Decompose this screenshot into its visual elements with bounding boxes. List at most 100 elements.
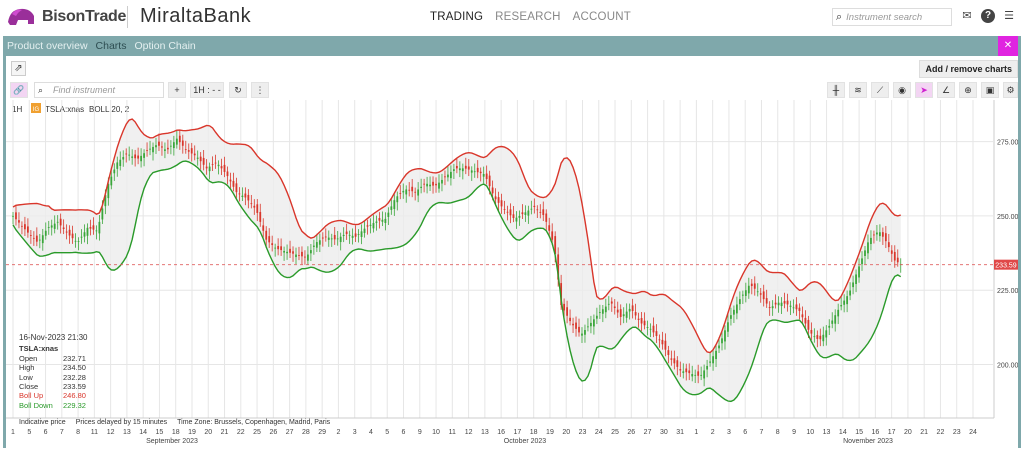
candle-body <box>116 162 119 169</box>
x-tick-label: 26 <box>627 429 635 436</box>
x-tick-label: 29 <box>318 429 326 436</box>
refresh-icon[interactable]: ↻ <box>229 82 247 98</box>
nav-trading[interactable]: TRADING <box>430 11 483 23</box>
indicators-icon[interactable]: ≋ <box>849 82 867 98</box>
candle-body <box>161 146 163 148</box>
candle-body <box>890 250 893 254</box>
candle-body <box>613 306 616 309</box>
candle-body <box>244 193 247 198</box>
candle-body <box>536 209 539 211</box>
external-link-icon[interactable]: ⇗ <box>11 61 26 76</box>
find-instrument-input[interactable]: ⌕ Find instrument <box>34 82 164 98</box>
candle-body <box>402 190 405 193</box>
candle-body <box>849 290 851 296</box>
find-instrument-placeholder: Find instrument <box>53 85 116 95</box>
tab-charts[interactable]: Charts <box>96 40 127 52</box>
x-tick-label: 2 <box>336 429 340 436</box>
menu-icon[interactable]: ☰ <box>1002 9 1016 23</box>
x-tick-label: 19 <box>546 429 554 436</box>
candle-body <box>65 231 68 233</box>
add-remove-charts-button[interactable]: Add / remove charts <box>919 60 1018 78</box>
candle-body <box>324 236 327 238</box>
candle-body <box>464 165 467 169</box>
candle-body <box>199 156 202 162</box>
candle-body <box>587 326 589 328</box>
candle-body <box>590 322 592 327</box>
candle-body <box>631 305 634 312</box>
candle-body <box>455 165 458 169</box>
y-tick-label: 200.00 <box>997 363 1018 370</box>
candle-body <box>545 213 548 222</box>
candle-body <box>566 307 568 316</box>
x-tick-label: 3 <box>727 429 731 436</box>
candle-body <box>518 215 521 218</box>
mail-icon[interactable]: ✉ <box>960 9 974 23</box>
candle-body <box>744 290 747 296</box>
candle-body <box>444 176 446 178</box>
candle-body <box>721 338 723 344</box>
link-icon[interactable]: 🔗 <box>10 82 28 98</box>
candle-body <box>345 231 348 235</box>
instrument-search-placeholder: Instrument search <box>846 11 923 23</box>
candle-body <box>646 327 649 328</box>
candle-body <box>527 210 530 216</box>
camera-icon[interactable]: ▣ <box>981 82 999 98</box>
candle-body <box>846 296 849 305</box>
chart-type-icon[interactable]: ╫ <box>827 82 845 98</box>
candle-body <box>884 233 887 242</box>
add-instrument-button[interactable]: + <box>168 82 186 98</box>
miraltabank-logo[interactable]: MiraltaBank <box>140 5 251 28</box>
candle-body <box>873 234 875 236</box>
help-icon[interactable]: ? <box>981 9 995 23</box>
candle-body <box>473 171 476 173</box>
tab-product-overview[interactable]: Product overview <box>7 40 88 52</box>
candle-body <box>637 318 640 320</box>
price-chart[interactable]: IG 1H TSLA:xnas BOLL 20, 2 1 5 6 7 8 11 12 13 14 15 18… <box>6 100 1019 448</box>
candle-body <box>694 374 697 376</box>
candle-body <box>205 166 208 169</box>
interval-selector[interactable]: 1H : - - <box>190 82 224 98</box>
draw-line-icon[interactable]: ⟋ <box>871 82 889 98</box>
info-row-open: Open 232.71 <box>19 353 86 363</box>
candle-body <box>140 155 142 162</box>
tab-option-chain[interactable]: Option Chain <box>134 40 195 52</box>
candle-body <box>837 309 840 317</box>
last-price-label: 233.59 <box>995 263 1017 270</box>
search-icon: ⌕ <box>38 85 44 95</box>
candle-body <box>318 240 321 245</box>
x-tick-label: 6 <box>44 429 48 436</box>
candle-body <box>765 298 768 304</box>
more-options-icon[interactable]: ⋮ <box>251 82 269 98</box>
collapse-icon[interactable]: ✕ <box>998 36 1018 56</box>
candle-body <box>175 138 178 145</box>
x-tick-label: 31 <box>676 429 684 436</box>
candle-body <box>715 350 717 360</box>
trend-icon[interactable]: ∠ <box>937 82 955 98</box>
candle-body <box>467 166 470 170</box>
nav-research[interactable]: RESEARCH <box>495 11 561 23</box>
instrument-search-input[interactable]: ⌕ Instrument search <box>832 8 952 26</box>
candle-body <box>399 193 402 194</box>
candle-body <box>122 157 125 160</box>
zoom-icon[interactable]: ⊕ <box>959 82 977 98</box>
candle-body <box>280 246 283 251</box>
eye-icon[interactable]: ◉ <box>893 82 911 98</box>
candle-body <box>539 211 542 213</box>
candle-body <box>548 225 551 231</box>
cursor-icon[interactable]: ➤ <box>915 82 933 98</box>
x-tick-label: 9 <box>418 429 422 436</box>
y-tick-label: 250.00 <box>997 214 1018 221</box>
candle-body <box>887 242 890 248</box>
bisontrade-logo[interactable]: BisonTrade <box>6 6 126 28</box>
nav-account[interactable]: ACCOUNT <box>573 11 631 23</box>
x-tick-label: 24 <box>969 429 977 436</box>
price-chart-svg[interactable]: IG1H TSLA:xnas BOLL 20, 21 5 6 7 8 11 12 13 14 15 18… <box>6 100 1019 448</box>
x-tick-label: 20 <box>204 429 212 436</box>
candle-body <box>727 322 729 332</box>
candle-body <box>768 307 771 309</box>
candle-body <box>801 314 804 318</box>
candle-body <box>616 309 619 313</box>
candle-body <box>676 360 679 367</box>
candle-body <box>780 302 783 307</box>
settings-gear-icon[interactable]: ⚙ <box>1003 82 1018 98</box>
